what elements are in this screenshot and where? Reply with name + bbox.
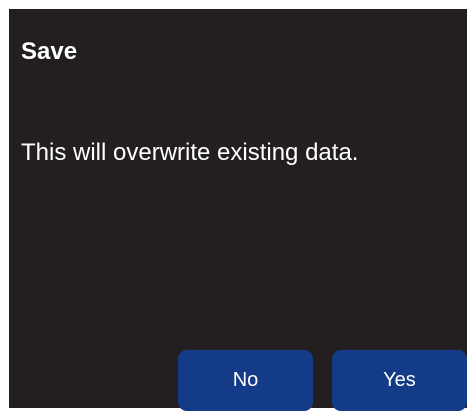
no-button[interactable]: No <box>178 350 313 411</box>
dialog-title: Save <box>21 38 78 65</box>
yes-button[interactable]: Yes <box>332 350 467 411</box>
save-dialog: Save This will overwrite existing data. … <box>9 9 467 411</box>
dialog-message: This will overwrite existing data. <box>21 139 359 166</box>
